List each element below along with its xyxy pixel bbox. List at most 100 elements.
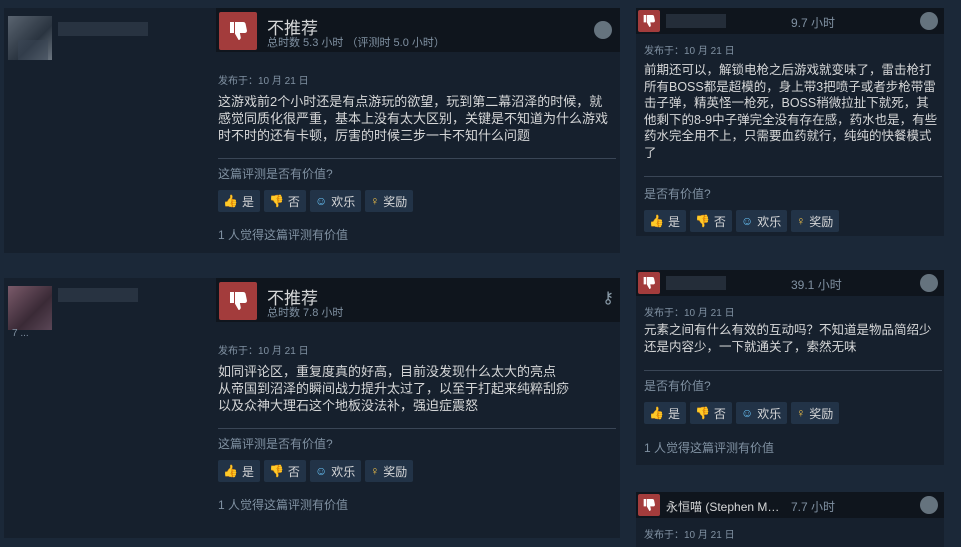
thumb-down-icon (219, 12, 257, 50)
author-name[interactable] (58, 22, 148, 36)
vote-buttons: 👍 是 👎 否 ☺ 欢乐 ♀ 奖励 (644, 210, 840, 232)
divider (644, 370, 942, 371)
vote-no-label: 否 (287, 464, 300, 479)
vote-funny-button[interactable]: ☺ 欢乐 (735, 210, 788, 232)
vote-funny-button[interactable]: ☺ 欢乐 (309, 190, 362, 212)
vote-yes-label: 是 (667, 214, 680, 229)
vote-yes-button[interactable]: 👍 是 (644, 210, 686, 232)
hours-played: 7.7 小时 (791, 500, 836, 514)
posted-date: 发布于：10 月 21 日 (644, 46, 735, 57)
steam-icon (920, 12, 938, 30)
review-body: 不推荐 总时数 7.8 小时 ⚷ 发布于：10 月 21 日 如同评论区，重复度… (216, 278, 620, 538)
review-author[interactable] (4, 8, 211, 253)
posted-date: 发布于：10 月 21 日 (644, 308, 735, 319)
author-meta: 7 ... (12, 328, 29, 339)
award-label: 奖励 (809, 406, 834, 421)
vote-yes-label: 是 (667, 406, 680, 421)
vote-no-button[interactable]: 👎 否 (689, 210, 732, 232)
review-card: 9.7 小时 发布于：10 月 21 日 前期还可以，解锁电枪之后游戏就变味了，… (636, 8, 944, 236)
smiley-icon: ☺ (740, 214, 754, 228)
award-label: 奖励 (383, 194, 408, 209)
vote-no-label: 否 (713, 214, 726, 229)
award-button[interactable]: ♀ 奖励 (365, 460, 414, 482)
key-icon: ⚷ (602, 290, 614, 307)
found-helpful: 1 人觉得这篇评测有价值 (218, 228, 349, 242)
award-label: 奖励 (809, 214, 834, 229)
steam-icon (920, 274, 938, 292)
award-icon: ♀ (370, 194, 380, 208)
vote-yes-button[interactable]: 👍 是 (218, 190, 260, 212)
vote-no-label: 否 (713, 406, 726, 421)
vote-yes-button[interactable]: 👍 是 (644, 402, 686, 424)
vote-yes-label: 是 (241, 194, 254, 209)
author-name[interactable] (666, 276, 726, 290)
helpful-question: 这篇评测是否有价值? (218, 167, 333, 181)
thumb-up-icon: 👍 (223, 194, 238, 208)
posted-date: 发布于：10 月 21 日 (644, 530, 735, 541)
vote-buttons: 👍 是 👎 否 ☺ 欢乐 ♀ 奖励 (218, 190, 414, 212)
smiley-icon: ☺ (314, 194, 328, 208)
award-button[interactable]: ♀ 奖励 (365, 190, 414, 212)
award-icon: ♀ (370, 464, 380, 478)
found-helpful: 1 人觉得这篇评测有价值 (644, 441, 775, 455)
hours-played: 总时数 5.3 小时 （评测时 5.0 小时） (267, 37, 445, 49)
helpful-question: 是否有价值? (644, 187, 711, 201)
award-button[interactable]: ♀ 奖励 (791, 402, 840, 424)
thumb-down-icon: 👎 (694, 406, 710, 420)
review-header[interactable]: 9.7 小时 (636, 8, 944, 34)
vote-no-label: 否 (287, 194, 300, 209)
thumb-down-icon (638, 494, 660, 516)
award-icon: ♀ (796, 406, 806, 420)
vote-header[interactable]: 不推荐 总时数 7.8 小时 ⚷ (216, 278, 620, 322)
author-name[interactable] (666, 14, 726, 28)
posted-date: 发布于：10 月 21 日 (218, 76, 309, 87)
review-author[interactable]: 7 ... (4, 278, 211, 538)
author-name[interactable]: 永恒喵 (Stephen M… (666, 498, 779, 515)
review-content: 如同评论区，重复度真的好高，目前没发现什么太大的亮点 从帝国到沼泽的瞬间战力提升… (218, 364, 570, 413)
helpful-question: 是否有价值? (644, 379, 711, 393)
vote-buttons: 👍 是 👎 否 ☺ 欢乐 ♀ 奖励 (644, 402, 840, 424)
hours-played: 9.7 小时 (791, 16, 836, 30)
thumb-up-icon: 👍 (649, 406, 664, 420)
vote-no-button[interactable]: 👎 否 (263, 190, 306, 212)
thumb-up-icon: 👍 (649, 214, 664, 228)
smiley-icon: ☺ (314, 464, 328, 478)
vote-no-button[interactable]: 👎 否 (263, 460, 306, 482)
vote-no-button[interactable]: 👎 否 (689, 402, 732, 424)
vote-yes-button[interactable]: 👍 是 (218, 460, 260, 482)
vote-header[interactable]: 不推荐 总时数 5.3 小时 （评测时 5.0 小时） (216, 8, 620, 52)
review-content: 前期还可以，解锁电枪之后游戏就变味了，雷击枪打所有BOSS都是超模的，身上带3把… (644, 63, 938, 160)
divider (644, 176, 942, 177)
thumb-down-icon: 👎 (268, 464, 284, 478)
vote-funny-label: 欢乐 (331, 194, 356, 209)
review-card: 7 ... 不推荐 总时数 7.8 小时 ⚷ 发布于：10 月 21 日 如同评… (4, 278, 620, 538)
vote-funny-button[interactable]: ☺ 欢乐 (309, 460, 362, 482)
posted-date: 发布于：10 月 21 日 (218, 346, 309, 357)
author-name-blur (18, 40, 48, 60)
review-header[interactable]: 39.1 小时 (636, 270, 944, 296)
review-content: 元素之间有什么有效的互动吗？不知道是物品简绍少还是内容少，一下就通关了，索然无味 (644, 323, 932, 354)
award-button[interactable]: ♀ 奖励 (791, 210, 840, 232)
helpful-question: 这篇评测是否有价值? (218, 437, 333, 451)
steam-icon (920, 496, 938, 514)
vote-funny-button[interactable]: ☺ 欢乐 (735, 402, 788, 424)
review-card: 不推荐 总时数 5.3 小时 （评测时 5.0 小时） 发布于：10 月 21 … (4, 8, 620, 253)
smiley-icon: ☺ (740, 406, 754, 420)
vote-funny-label: 欢乐 (757, 406, 782, 421)
avatar[interactable] (8, 286, 52, 330)
found-helpful: 1 人觉得这篇评测有价值 (218, 498, 349, 512)
review-card: 39.1 小时 发布于：10 月 21 日 元素之间有什么有效的互动吗？不知道是… (636, 270, 944, 465)
review-content: 这游戏前2个小时还是有点游玩的欲望，玩到第二幕沼泽的时候，就感觉同质化很严重，基… (218, 94, 609, 143)
author-name[interactable] (58, 288, 138, 302)
hours-played: 总时数 7.8 小时 (267, 307, 344, 319)
thumb-up-icon: 👍 (223, 464, 238, 478)
vote-yes-label: 是 (241, 464, 254, 479)
award-label: 奖励 (383, 464, 408, 479)
review-body: 不推荐 总时数 5.3 小时 （评测时 5.0 小时） 发布于：10 月 21 … (216, 8, 620, 253)
review-card: 永恒喵 (Stephen M… 7.7 小时 发布于：10 月 21 日 (636, 492, 944, 547)
steam-icon (594, 21, 612, 39)
award-icon: ♀ (796, 214, 806, 228)
hours-played: 39.1 小时 (791, 278, 842, 292)
review-header[interactable]: 永恒喵 (Stephen M… 7.7 小时 (636, 492, 944, 518)
divider (218, 158, 616, 159)
